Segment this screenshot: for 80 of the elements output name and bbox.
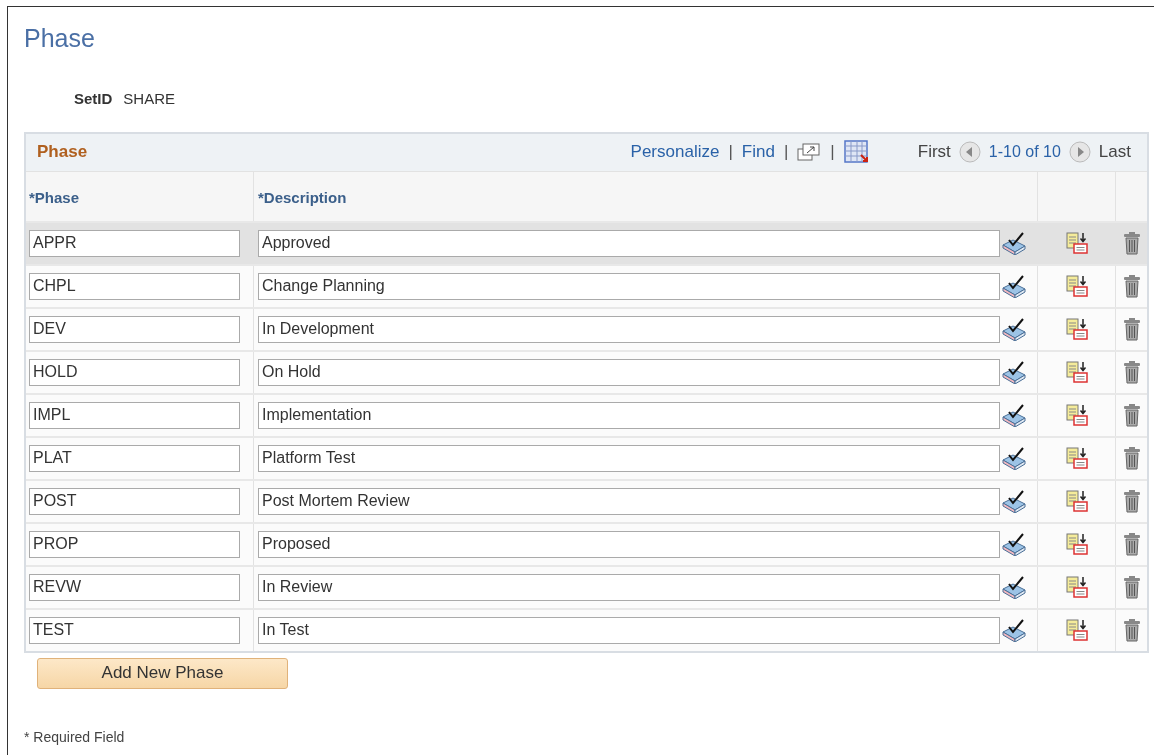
table-row[interactable]: REVW In Review [26, 564, 1147, 608]
spell-check-book-icon[interactable] [1001, 618, 1027, 642]
table-row[interactable]: TEST In Test [26, 607, 1147, 651]
table-row[interactable]: DEV In Development [26, 306, 1147, 350]
trash-icon[interactable] [1122, 489, 1141, 513]
trash-icon[interactable] [1122, 532, 1141, 556]
next-icon[interactable] [1068, 141, 1091, 163]
grid-title: Phase [37, 141, 88, 164]
insert-row-icon[interactable] [1064, 274, 1089, 298]
setid-value: SHARE [123, 89, 176, 109]
previous-icon[interactable] [958, 141, 981, 163]
insert-row-icon[interactable] [1064, 618, 1089, 642]
trash-icon[interactable] [1122, 446, 1141, 470]
phase-field[interactable]: PROP [29, 530, 240, 558]
separator: | [830, 141, 835, 164]
column-header: *Description [254, 171, 1038, 221]
table-row[interactable]: PROP Proposed [26, 521, 1147, 565]
phase-field[interactable]: HOLD [29, 358, 240, 386]
spell-check-book-icon[interactable] [1001, 274, 1027, 298]
trash-icon[interactable] [1122, 575, 1141, 599]
insert-row-icon[interactable] [1064, 231, 1089, 255]
description-field[interactable]: Platform Test [258, 444, 1000, 472]
spell-check-book-icon[interactable] [1001, 489, 1027, 513]
spell-check-book-icon[interactable] [1001, 532, 1027, 556]
insert-row-icon[interactable] [1064, 360, 1089, 384]
phase-field[interactable]: REVW [29, 573, 240, 601]
spell-check-book-icon[interactable] [1001, 317, 1027, 341]
phase-field[interactable]: APPR [29, 229, 240, 257]
description-field[interactable]: On Hold [258, 358, 1000, 386]
table-row[interactable]: APPR Approved [26, 220, 1147, 264]
separator: | [728, 141, 733, 164]
required-field-note: * Required Field [24, 727, 126, 747]
setid-label: SetID [74, 89, 113, 109]
phase-field[interactable]: PLAT [29, 444, 240, 472]
popout-icon[interactable] [797, 142, 822, 162]
range-text: 1-10 of 10 [988, 142, 1061, 162]
trash-icon[interactable] [1122, 231, 1141, 255]
grid-download-icon[interactable] [843, 140, 870, 164]
description-field[interactable]: In Development [258, 315, 1000, 343]
table-row[interactable]: IMPL Implementation [26, 392, 1147, 436]
description-field[interactable]: Change Planning [258, 272, 1000, 300]
page-title: Phase [24, 23, 96, 54]
insert-row-icon[interactable] [1064, 403, 1089, 427]
insert-row-icon[interactable] [1064, 489, 1089, 513]
table-row[interactable]: PLAT Platform Test [26, 435, 1147, 479]
trash-icon[interactable] [1122, 274, 1141, 298]
personalize-link[interactable]: Personalize [630, 139, 720, 165]
description-field[interactable]: In Review [258, 573, 1000, 601]
insert-row-icon[interactable] [1064, 575, 1089, 599]
table-row[interactable]: POST Post Mortem Review [26, 478, 1147, 522]
insert-row-icon[interactable] [1064, 446, 1089, 470]
spell-check-book-icon[interactable] [1001, 446, 1027, 470]
insert-row-icon[interactable] [1064, 317, 1089, 341]
trash-icon[interactable] [1122, 403, 1141, 427]
insert-row-icon[interactable] [1064, 532, 1089, 556]
phase-field[interactable]: IMPL [29, 401, 240, 429]
find-link[interactable]: Find [741, 139, 775, 165]
first-label: First [917, 141, 951, 164]
spell-check-book-icon[interactable] [1001, 403, 1027, 427]
description-field[interactable]: Approved [258, 229, 1000, 257]
trash-icon[interactable] [1122, 360, 1141, 384]
table-row[interactable]: HOLD On Hold [26, 349, 1147, 393]
table-row[interactable]: CHPL Change Planning [26, 263, 1147, 307]
trash-icon[interactable] [1122, 317, 1141, 341]
phase-field[interactable]: DEV [29, 315, 240, 343]
trash-icon[interactable] [1122, 618, 1141, 642]
description-field[interactable]: In Test [258, 616, 1000, 644]
phase-field[interactable]: POST [29, 487, 240, 515]
spell-check-book-icon[interactable] [1001, 575, 1027, 599]
separator: | [783, 141, 789, 164]
add-new-phase-button[interactable]: Add New Phase [37, 657, 288, 689]
phase-field[interactable]: CHPL [29, 272, 240, 300]
phase-field[interactable]: TEST [29, 616, 240, 644]
last-label: Last [1098, 141, 1131, 164]
spell-check-book-icon[interactable] [1001, 360, 1027, 384]
description-field[interactable]: Proposed [258, 530, 1000, 558]
description-field[interactable]: Implementation [258, 401, 1000, 429]
column-header: *Phase [26, 171, 254, 221]
description-field[interactable]: Post Mortem Review [258, 487, 1000, 515]
spell-check-book-icon[interactable] [1001, 231, 1027, 255]
